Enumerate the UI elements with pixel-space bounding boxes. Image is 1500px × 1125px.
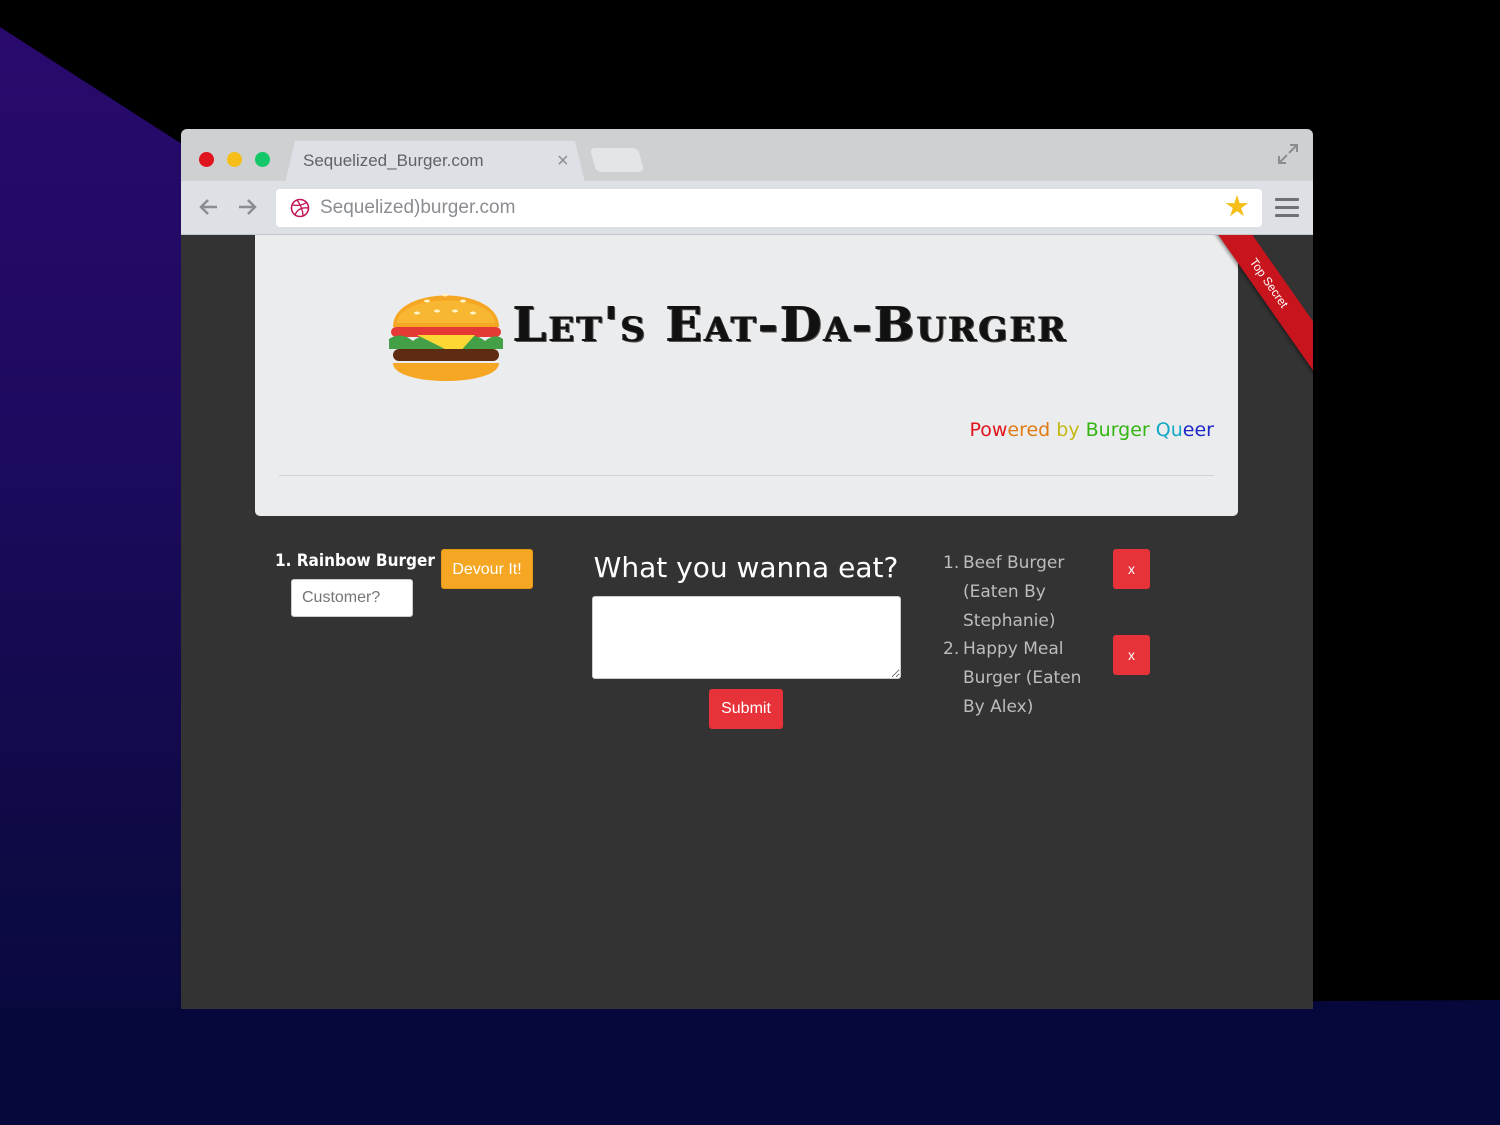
- eaten-number: 1.: [943, 553, 960, 573]
- corner-ribbon: Top Secret: [1189, 235, 1313, 375]
- list-item: 1. Rainbow Burger: [275, 551, 435, 571]
- maximize-window-button[interactable]: [255, 152, 270, 167]
- burger-icon: [389, 293, 503, 381]
- powered-part-1: Pow: [969, 419, 1008, 441]
- page-title: Let's Eat-Da-Burger: [513, 297, 1068, 353]
- delete-button[interactable]: x: [1113, 549, 1150, 589]
- header-jumbotron: Let's Eat-Da-Burger Powered by Burger Qu…: [255, 235, 1238, 516]
- minimize-window-button[interactable]: [227, 152, 242, 167]
- bookmark-star-icon[interactable]: ★: [1224, 192, 1250, 222]
- url-text: Sequelized)burger.com: [320, 197, 516, 218]
- powered-part-3: by: [1050, 419, 1086, 441]
- eaten-burger-text: Happy Meal Burger (Eaten By Alex): [963, 639, 1082, 717]
- expand-icon[interactable]: [1277, 143, 1299, 165]
- address-bar[interactable]: Sequelized)burger.com ★: [276, 189, 1262, 227]
- dribbble-icon: [290, 198, 310, 218]
- ribbon-label: Top Secret: [1200, 235, 1313, 373]
- powered-part-6: eer: [1182, 419, 1214, 441]
- burger-name: Rainbow Burger: [296, 551, 435, 571]
- form-title: What you wanna eat?: [593, 551, 899, 584]
- powered-part-5: Qu: [1149, 419, 1183, 441]
- menu-icon[interactable]: [1275, 198, 1299, 218]
- back-arrow-icon[interactable]: [197, 195, 221, 219]
- powered-part-4: Burger: [1085, 419, 1150, 441]
- powered-by-text: Powered by Burger Queer: [969, 419, 1214, 441]
- submit-button[interactable]: Submit: [709, 689, 783, 729]
- browser-window: Sequelized_Burger.com × Sequelized)burge…: [181, 129, 1313, 1009]
- burger-number: 1.: [275, 551, 292, 571]
- customer-input[interactable]: [291, 579, 413, 617]
- forward-arrow-icon[interactable]: [235, 195, 259, 219]
- navigation-bar: Sequelized)burger.com ★: [181, 181, 1313, 235]
- close-window-button[interactable]: [199, 152, 214, 167]
- page-content: Let's Eat-Da-Burger Powered by Burger Qu…: [181, 235, 1313, 1009]
- tab-title: Sequelized_Burger.com: [303, 151, 484, 170]
- new-tab-button[interactable]: [589, 148, 645, 172]
- delete-button[interactable]: x: [1113, 635, 1150, 675]
- eaten-number: 2.: [943, 639, 960, 659]
- tab-close-icon[interactable]: ×: [557, 150, 569, 173]
- eaten-burger-text: Beef Burger (Eaten By Stephanie): [963, 553, 1065, 631]
- header-divider: [279, 475, 1214, 476]
- burger-name-textarea[interactable]: [592, 596, 901, 679]
- powered-part-2: ered: [1007, 419, 1051, 441]
- title-bar: Sequelized_Burger.com ×: [181, 129, 1313, 183]
- devour-button[interactable]: Devour It!: [441, 549, 533, 589]
